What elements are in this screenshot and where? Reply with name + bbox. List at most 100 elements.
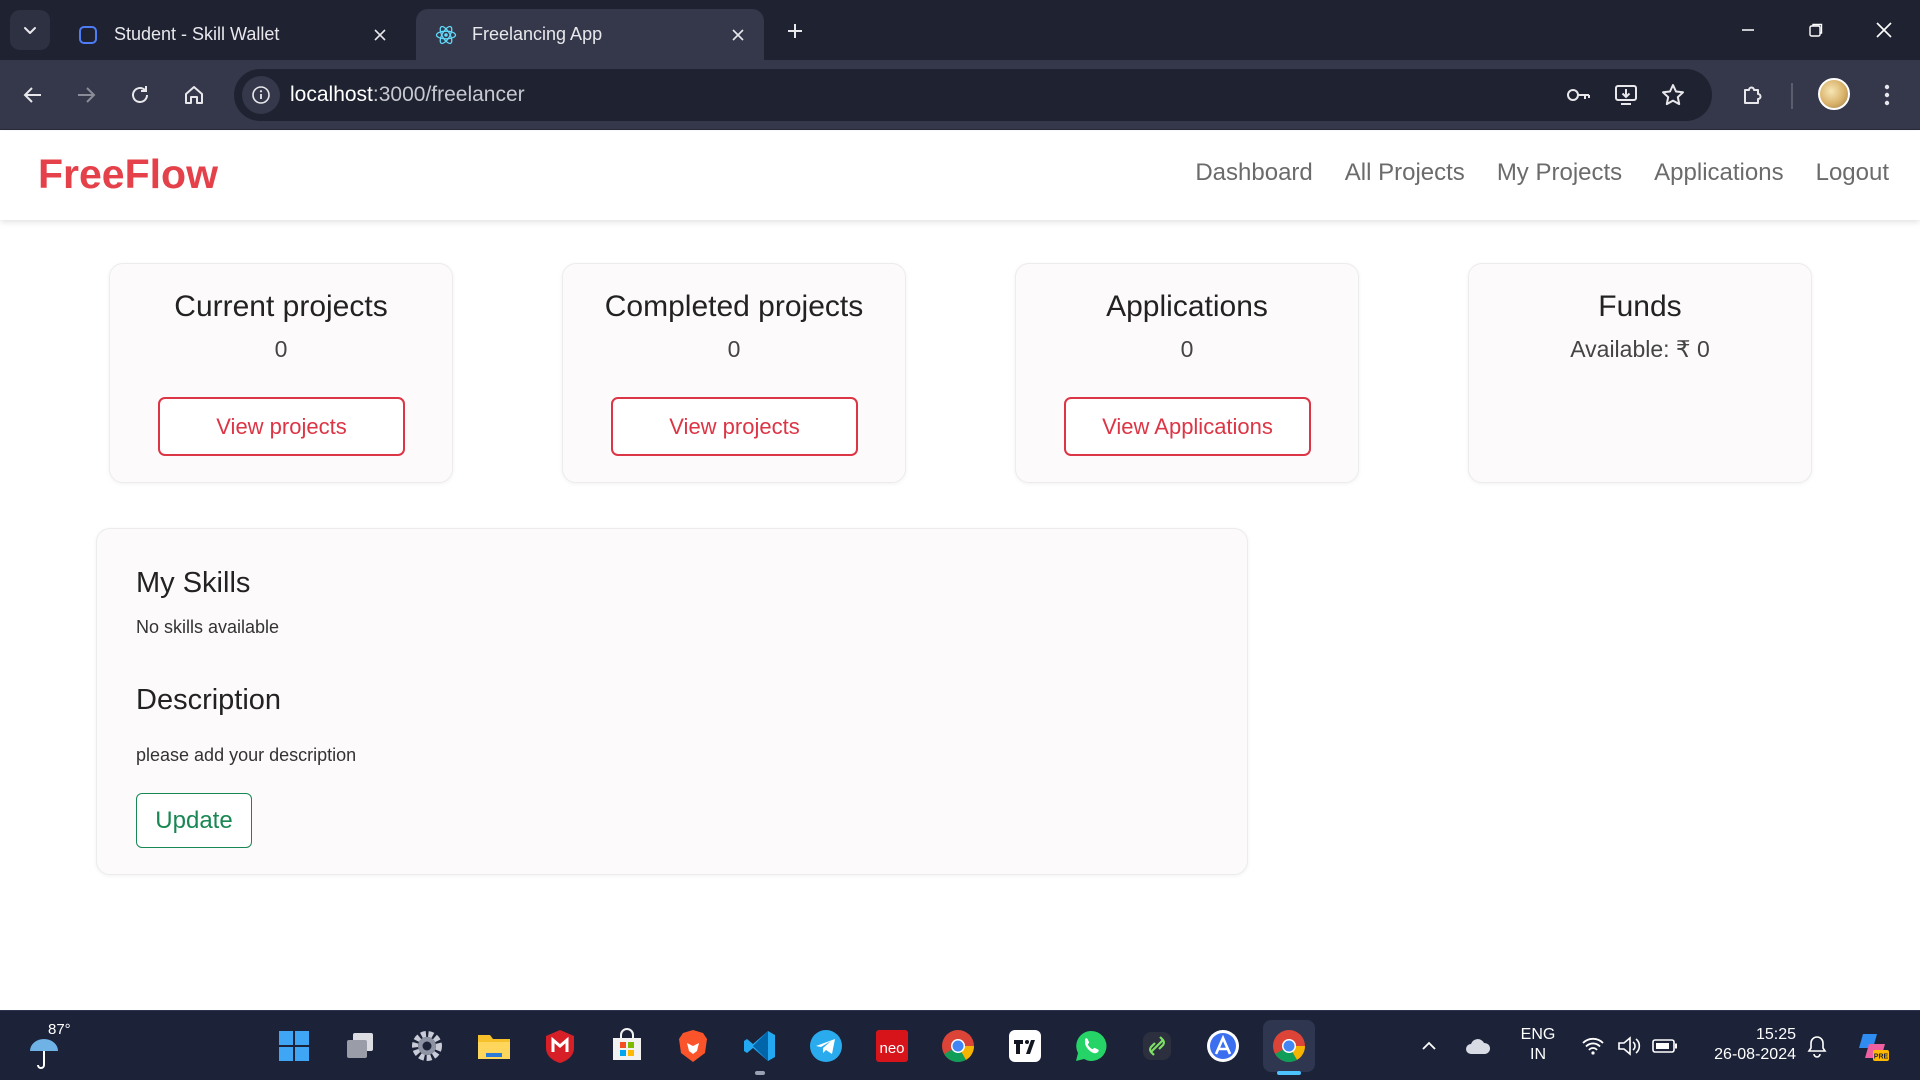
update-button[interactable]: Update [136, 793, 252, 848]
brand-logo[interactable]: FreeFlow [38, 151, 218, 198]
profile-panel: My Skills No skills available Descriptio… [96, 528, 1248, 875]
bookmark-button[interactable] [1659, 81, 1687, 109]
arrow-left-icon [23, 87, 41, 103]
description-text: please add your description [136, 745, 357, 765]
browser-tab-strip: Student - Skill Wallet Freelancing App [0, 0, 1920, 60]
volume-icon[interactable] [1609, 1024, 1649, 1068]
brave-browser-icon[interactable] [671, 1024, 715, 1068]
kebab-menu-icon [1884, 84, 1890, 106]
restore-icon [1809, 23, 1823, 37]
site-info-button[interactable] [242, 76, 280, 114]
telegram-icon[interactable] [804, 1024, 848, 1068]
show-hidden-icons-button[interactable] [1407, 1024, 1451, 1068]
home-icon [185, 86, 203, 104]
weather-widget[interactable]: 87° [26, 1021, 86, 1071]
task-view-icon[interactable] [338, 1024, 382, 1068]
install-app-button[interactable] [1612, 81, 1640, 109]
whatsapp-icon[interactable] [1069, 1024, 1113, 1068]
arrow-right-icon [78, 87, 96, 103]
skills-heading: My Skills [136, 567, 251, 599]
close-icon[interactable] [726, 23, 750, 47]
svg-text:PRE: PRE [1874, 1054, 1889, 1061]
notifications-icon[interactable] [1797, 1024, 1837, 1068]
chrome-icon[interactable] [936, 1024, 980, 1068]
settings-gear-icon[interactable] [405, 1024, 449, 1068]
skills-text: No skills available [136, 617, 280, 637]
onedrive-cloud-icon[interactable] [1456, 1024, 1500, 1068]
clock[interactable]: 15:25 26-08-2024 [1696, 1025, 1796, 1065]
current-projects-card: Current projects 0 View projects [109, 263, 453, 483]
back-button[interactable] [15, 77, 51, 113]
funds-available: Available: ₹ 0 [1570, 336, 1710, 362]
weather-temp: 87° [48, 1021, 71, 1038]
minimize-icon [1742, 29, 1754, 31]
link-app-icon[interactable] [1135, 1024, 1179, 1068]
view-current-projects-button[interactable]: View projects [158, 397, 405, 456]
nav-my-projects[interactable]: My Projects [1497, 159, 1622, 187]
tab-freelancing-app[interactable]: Freelancing App [416, 9, 764, 60]
install-icon [1615, 85, 1637, 105]
card-value: 0 [274, 336, 288, 362]
tab-skill-wallet[interactable]: Student - Skill Wallet [58, 9, 406, 60]
battery-icon[interactable] [1645, 1024, 1685, 1068]
card-value: 0 [727, 336, 741, 362]
windows-start-icon[interactable] [272, 1024, 316, 1068]
card-title: Funds [1598, 290, 1682, 323]
neo-app-icon[interactable]: neo [870, 1024, 914, 1068]
url-text: localhost:3000/freelancer [290, 83, 525, 107]
page-favicon-icon [76, 23, 100, 47]
completed-projects-card: Completed projects 0 View projects [562, 263, 906, 483]
nav-dashboard[interactable]: Dashboard [1195, 159, 1312, 187]
chevron-up-icon [1422, 1041, 1436, 1050]
address-bar[interactable]: localhost:3000/freelancer [234, 69, 1712, 121]
windows-taskbar: 87° neo ENG IN 15:25 26-08-2024 PRE [0, 1010, 1920, 1080]
react-icon [434, 23, 458, 47]
funds-card: Funds Available: ₹ 0 [1468, 263, 1812, 483]
running-indicator [755, 1071, 765, 1075]
mcafee-icon[interactable] [538, 1024, 582, 1068]
microsoft-store-icon[interactable] [605, 1024, 649, 1068]
tradingview-icon[interactable] [1003, 1024, 1047, 1068]
vscode-icon[interactable] [738, 1024, 782, 1068]
nav-all-projects[interactable]: All Projects [1345, 159, 1465, 187]
reload-button[interactable] [122, 77, 158, 113]
chrome-active-icon[interactable] [1263, 1020, 1315, 1072]
region-code: IN [1530, 1046, 1546, 1063]
copilot-icon[interactable]: PRE [1851, 1024, 1895, 1068]
card-title: Applications [1106, 290, 1268, 323]
file-explorer-icon[interactable] [472, 1024, 516, 1068]
applications-card: Applications 0 View Applications [1015, 263, 1359, 483]
nav-applications[interactable]: Applications [1654, 159, 1783, 187]
window-close-button[interactable] [1850, 0, 1918, 60]
svg-text:neo: neo [879, 1040, 904, 1057]
clock-time: 15:25 [1755, 1026, 1796, 1043]
browser-toolbar: localhost:3000/freelancer [0, 60, 1920, 130]
star-icon [1662, 84, 1684, 106]
home-button[interactable] [176, 77, 212, 113]
url-host: localhost [290, 83, 373, 106]
view-completed-projects-button[interactable]: View projects [611, 397, 858, 456]
view-applications-button[interactable]: View Applications [1064, 397, 1311, 456]
reload-icon [132, 86, 148, 103]
tab-search-button[interactable] [10, 10, 50, 50]
new-tab-button[interactable] [778, 14, 812, 48]
chevron-down-icon [24, 27, 36, 34]
a-app-icon[interactable] [1201, 1024, 1245, 1068]
language-indicator[interactable]: ENG IN [1510, 1025, 1566, 1065]
close-icon[interactable] [368, 23, 392, 47]
wifi-icon[interactable] [1573, 1024, 1613, 1068]
password-key-button[interactable] [1564, 81, 1592, 109]
extensions-button[interactable] [1735, 77, 1771, 113]
close-icon [1876, 22, 1892, 38]
card-title: Completed projects [604, 290, 864, 323]
menu-button[interactable] [1869, 77, 1905, 113]
minimize-button[interactable] [1714, 0, 1782, 60]
app-navbar: FreeFlow Dashboard All Projects My Proje… [0, 131, 1920, 220]
nav-logout[interactable]: Logout [1816, 159, 1889, 187]
tab-title: Student - Skill Wallet [114, 24, 280, 44]
card-value: 0 [1180, 336, 1194, 362]
info-icon [252, 86, 270, 104]
forward-button[interactable] [68, 77, 104, 113]
profile-avatar[interactable] [1818, 78, 1850, 110]
restore-button[interactable] [1782, 0, 1850, 60]
